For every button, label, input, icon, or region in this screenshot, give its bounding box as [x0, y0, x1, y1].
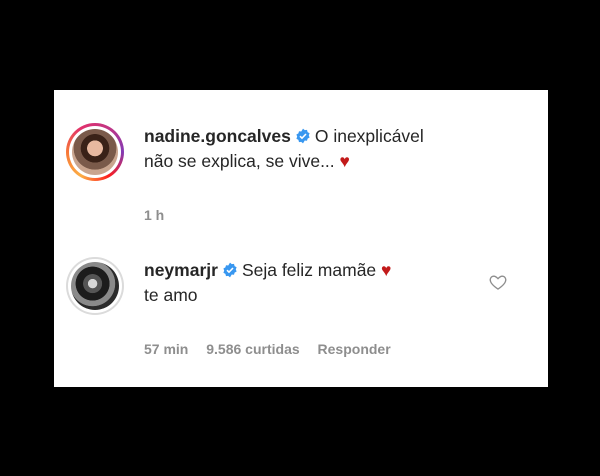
- comment-body-line1: O inexplicável: [314, 126, 424, 146]
- heart-emoji-icon: ♥: [339, 151, 350, 171]
- username-link[interactable]: nadine.goncalves: [144, 126, 291, 146]
- timestamp[interactable]: 57 min: [144, 341, 188, 357]
- comment-text: nadine.goncalves O inexplicável não se ex…: [144, 124, 484, 174]
- like-heart-icon[interactable]: [488, 272, 508, 292]
- username-link[interactable]: neymarjr: [144, 260, 218, 280]
- comments-panel: nadine.goncalves O inexplicável não se ex…: [54, 90, 548, 387]
- comment-text: neymarjr Seja feliz mamãe ♥ te amo: [144, 258, 484, 308]
- heart-emoji-icon: ♥: [381, 260, 392, 280]
- verified-badge-icon: [296, 128, 310, 144]
- avatar[interactable]: [66, 123, 124, 181]
- timestamp[interactable]: 1 h: [144, 207, 164, 223]
- likes-count[interactable]: 9.586 curtidas: [206, 341, 299, 357]
- profile-photo: [72, 129, 118, 175]
- comment-body-line1: Seja feliz mamãe: [241, 260, 377, 280]
- comment-body-line2: te amo: [144, 285, 198, 305]
- comment-body-line2: não se explica, se vive...: [144, 151, 335, 171]
- reply-button[interactable]: Responder: [318, 341, 391, 357]
- profile-photo: [71, 262, 119, 310]
- comment-meta: 1 h: [144, 207, 178, 223]
- avatar[interactable]: [66, 257, 124, 315]
- comment-meta: 57 min 9.586 curtidas Responder: [144, 341, 405, 357]
- verified-badge-icon: [223, 262, 237, 278]
